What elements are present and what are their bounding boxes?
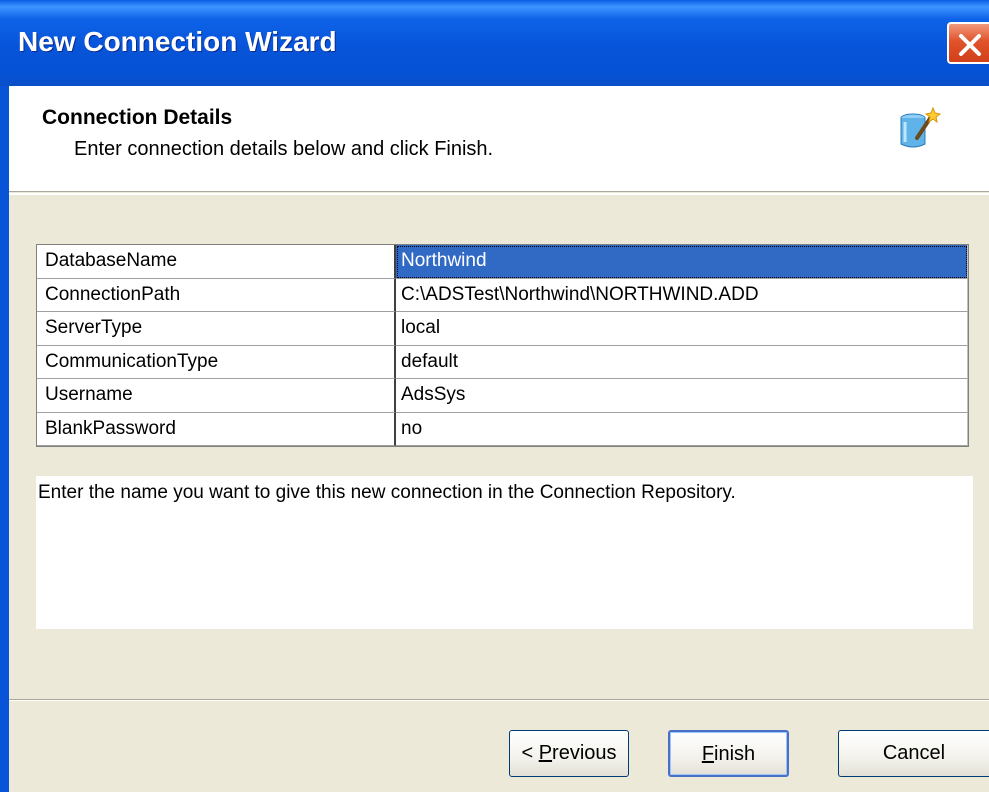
previous-button-mnemonic: P: [538, 742, 553, 764]
wizard-window: New Connection Wizard Connection Details…: [0, 0, 989, 792]
property-row[interactable]: ConnectionPath C:\ADSTest\Northwind\NORTH…: [37, 278, 968, 312]
finish-button-mnemonic: F: [701, 743, 715, 765]
footer-separator-highlight: [9, 700, 989, 701]
property-value[interactable]: default: [396, 345, 968, 379]
property-name: CommunicationType: [37, 345, 396, 379]
page-title: Connection Details: [42, 106, 233, 129]
property-name: ServerType: [37, 312, 396, 346]
finish-button-label: inish: [714, 743, 756, 765]
description-box: Enter the name you want to give this new…: [36, 476, 973, 629]
finish-button[interactable]: Finish: [668, 730, 789, 777]
previous-button[interactable]: < Previous: [509, 730, 629, 777]
cancel-button[interactable]: Cancel: [838, 730, 989, 777]
property-grid[interactable]: DatabaseName Northwind ConnectionPath C:\AD…: [36, 244, 969, 447]
property-value[interactable]: no: [396, 412, 968, 446]
property-value[interactable]: Northwind: [396, 245, 968, 279]
previous-button-label: revious: [552, 742, 617, 764]
close-icon: [959, 34, 981, 56]
property-row[interactable]: Username AdsSys: [37, 379, 968, 413]
property-value[interactable]: local: [396, 312, 968, 346]
property-name: DatabaseName: [37, 245, 396, 279]
property-row[interactable]: ServerType local: [37, 312, 968, 346]
page-subtitle: Enter connection details below and click…: [74, 138, 494, 160]
close-button[interactable]: [947, 22, 989, 64]
property-value[interactable]: AdsSys: [396, 379, 968, 413]
wizard-header: Connection Details Enter connection deta…: [9, 86, 989, 192]
title-bar[interactable]: New Connection Wizard: [0, 0, 989, 86]
header-separator: [9, 193, 989, 195]
property-row[interactable]: DatabaseName Northwind: [37, 245, 968, 279]
database-wand-icon: [900, 106, 942, 148]
property-row[interactable]: CommunicationType default: [37, 345, 968, 379]
property-value[interactable]: C:\ADSTest\Northwind\NORTHWIND.ADD: [396, 278, 968, 312]
window-border-left: [0, 86, 9, 792]
previous-button-prefix: <: [521, 742, 539, 764]
property-row[interactable]: BlankPassword no: [37, 412, 968, 446]
property-name: ConnectionPath: [37, 278, 396, 312]
property-name: BlankPassword: [37, 412, 396, 446]
window-title: New Connection Wizard: [18, 26, 337, 57]
property-name: Username: [37, 379, 396, 413]
